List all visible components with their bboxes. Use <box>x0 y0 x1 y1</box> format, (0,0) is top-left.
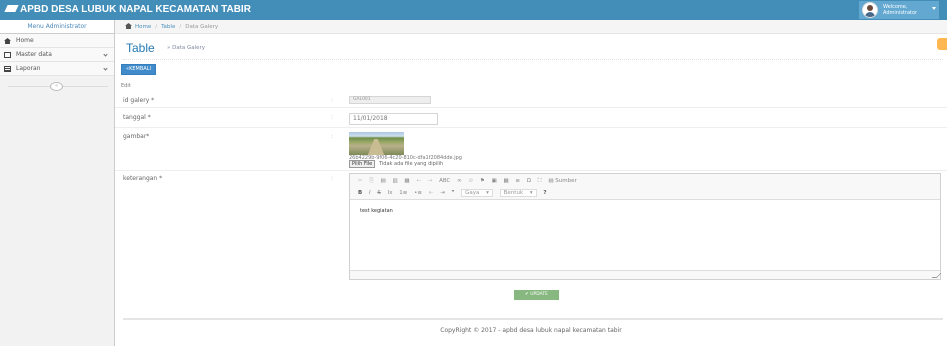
back-button-label: KEMBALI <box>129 66 151 72</box>
breadcrumb-separator: / <box>179 24 182 30</box>
footer-divider <box>123 318 943 320</box>
row-divider <box>115 170 947 171</box>
row-divider <box>115 127 947 128</box>
home-icon <box>125 23 132 29</box>
date-label: tanggal * <box>123 114 151 121</box>
sidebar-item-master-data[interactable]: Master data <box>0 48 114 62</box>
leaf-icon <box>4 5 19 12</box>
edit-icon <box>4 52 11 58</box>
editor-toolbar: ✂ ⎘ ▤ ▥ ▦ ← → ABC ∞ ⊘ ⚑ ▣ ▦ ≡ Ω ⛶ ▤ Sumb… <box>350 174 940 200</box>
editor-statusbar <box>350 270 942 279</box>
sidebar-item-home[interactable]: Home <box>0 34 114 48</box>
sidebar-collapse-button[interactable]: « <box>50 82 63 91</box>
avatar <box>862 2 878 18</box>
style-select[interactable]: Gaya ▾ <box>461 189 493 197</box>
page-title: Table <box>126 41 155 55</box>
colon: : <box>331 175 334 182</box>
row-divider <box>115 107 947 108</box>
section-label: Edit <box>121 83 131 89</box>
strike-icon[interactable]: S <box>377 190 381 196</box>
outdent-icon[interactable]: ⇤ <box>429 190 434 196</box>
page-subtitle: » Data Galery <box>167 45 206 51</box>
chevron-down-icon <box>103 66 108 71</box>
source-button[interactable]: ▤ Sumber <box>548 178 576 184</box>
user-greeting: Welcome, Administrator <box>883 4 917 16</box>
help-icon[interactable]: ? <box>543 190 546 196</box>
page-header: Table » Data Galery <box>123 40 943 60</box>
special-char-icon[interactable]: Ω <box>527 178 531 184</box>
update-button[interactable]: ✔ UPDATE <box>514 290 559 300</box>
editor-content[interactable]: test kegiatan <box>360 208 393 214</box>
maximize-icon[interactable]: ⛶ <box>538 178 542 184</box>
bulleted-list-icon[interactable]: •≡ <box>414 190 422 196</box>
user-name: Administrator <box>883 10 918 16</box>
description-label: keterangan * <box>123 175 163 182</box>
rich-text-editor: ✂ ⎘ ▤ ▥ ▦ ← → ABC ∞ ⊘ ⚑ ▣ ▦ ≡ Ω ⛶ ▤ Sumb… <box>349 173 942 280</box>
sidebar-item-label: Laporan <box>16 65 41 72</box>
redo-icon[interactable]: → <box>428 178 433 184</box>
blockquote-icon[interactable]: ❞ <box>451 190 454 196</box>
unlink-icon[interactable]: ⊘ <box>468 178 473 184</box>
paste-word-icon[interactable]: ▦ <box>404 178 409 184</box>
bold-icon[interactable]: B <box>358 190 362 196</box>
image-label: gambar* <box>123 133 150 140</box>
breadcrumb-current: Data Galery <box>185 24 219 30</box>
italic-icon[interactable]: I <box>369 190 371 196</box>
sidebar-item-label: Master data <box>16 51 52 58</box>
back-button[interactable]: «KEMBALI <box>121 64 156 75</box>
numbered-list-icon[interactable]: 1≡ <box>399 190 407 196</box>
breadcrumb: Home / Table / Data Galery <box>115 20 947 34</box>
table-icon <box>4 66 11 72</box>
format-select-value: Bentuk <box>503 190 524 196</box>
breadcrumb-home[interactable]: Home <box>135 24 151 30</box>
link-icon[interactable]: ∞ <box>457 178 462 184</box>
colon: : <box>331 97 334 104</box>
user-menu[interactable]: Welcome, Administrator <box>859 1 939 19</box>
breadcrumb-separator: / <box>155 24 158 30</box>
remove-format-icon[interactable]: Ix <box>388 190 393 196</box>
horizontal-rule-icon[interactable]: ≡ <box>515 178 520 184</box>
cut-icon[interactable]: ✂ <box>358 178 363 184</box>
sidebar-item-laporan[interactable]: Laporan <box>0 62 114 76</box>
sidebar: Menu Administrator Home Master data Lapo… <box>0 20 115 346</box>
footer: CopyRight © 2017 - apbd desa lubuk napal… <box>440 327 622 334</box>
sidebar-header: Menu Administrator <box>0 20 114 34</box>
spellcheck-icon[interactable]: ABC <box>439 178 450 184</box>
resize-handle[interactable] <box>931 273 942 278</box>
indent-icon[interactable]: ⇥ <box>440 190 445 196</box>
style-select-value: Gaya <box>465 190 480 196</box>
id-label: id galery * <box>123 97 155 104</box>
format-select[interactable]: Bentuk ▾ <box>499 189 537 197</box>
paste-icon[interactable]: ▤ <box>381 178 386 184</box>
table-icon[interactable]: ▦ <box>503 178 508 184</box>
home-icon <box>4 38 11 44</box>
colon: : <box>331 114 334 121</box>
app-title: APBD DESA LUBUK NAPAL KECAMATAN TABIR <box>20 4 251 15</box>
paste-text-icon[interactable]: ▥ <box>392 178 397 184</box>
settings-toggle[interactable] <box>937 38 947 50</box>
top-navbar: APBD DESA LUBUK NAPAL KECAMATAN TABIR We… <box>0 0 947 20</box>
breadcrumb-table[interactable]: Table <box>161 24 175 30</box>
colon: : <box>331 133 334 140</box>
app-brand[interactable]: APBD DESA LUBUK NAPAL KECAMATAN TABIR <box>4 4 251 15</box>
sidebar-item-label: Home <box>16 37 34 44</box>
undo-icon[interactable]: ← <box>416 178 421 184</box>
anchor-icon[interactable]: ⚑ <box>480 178 485 184</box>
toolbar-row-1: ✂ ⎘ ▤ ▥ ▦ ← → ABC ∞ ⊘ ⚑ ▣ ▦ ≡ Ω ⛶ ▤ Sumb… <box>358 176 582 186</box>
image-icon[interactable]: ▣ <box>492 178 497 184</box>
file-status: Tidak ada file yang dipilih <box>379 161 444 167</box>
caret-down-icon <box>932 7 936 10</box>
image-thumbnail <box>349 132 404 155</box>
update-button-label: UPDATE <box>530 292 548 297</box>
choose-file-button[interactable]: Pilih File <box>349 160 376 168</box>
date-field[interactable]: 11/01/2018 <box>349 113 438 125</box>
copy-icon[interactable]: ⎘ <box>369 178 373 184</box>
chevron-down-icon <box>103 52 108 57</box>
id-field: GAL001 <box>349 96 431 104</box>
toolbar-row-2: B I S Ix 1≡ •≡ ⇤ ⇥ ❞ Gaya ▾ Bentuk ▾ ? <box>358 188 552 198</box>
